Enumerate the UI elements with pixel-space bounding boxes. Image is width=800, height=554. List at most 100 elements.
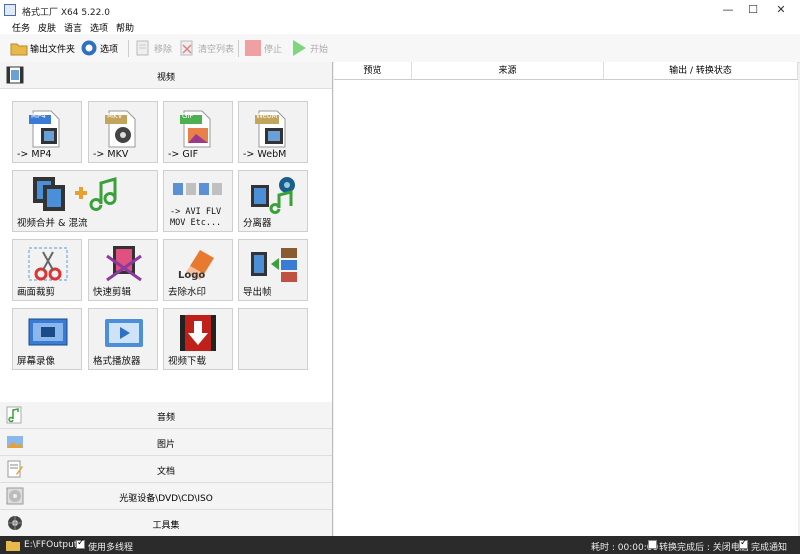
tile-screen-record[interactable]: 屏幕录像 <box>12 308 82 370</box>
options-icon <box>81 40 97 56</box>
category-toolbox-label: 工具集 <box>152 521 180 531</box>
tile-watermark-caption: 去除水印 <box>168 287 207 298</box>
fast-clip-icon <box>106 246 142 282</box>
category-disc-label: 光驱设备\DVD\CD\ISO <box>119 494 213 504</box>
download-icon <box>180 315 216 351</box>
screen-record-icon <box>28 318 68 346</box>
options-label: 选项 <box>100 44 119 55</box>
output-folder-label: 输出文件夹 <box>30 44 76 55</box>
category-video[interactable]: 视频 <box>0 62 332 89</box>
tile-export-frames[interactable]: 导出帧 <box>238 239 308 301</box>
tile-merge-caption: 视频合并 & 混流 <box>17 218 88 229</box>
tile-mp4[interactable]: MP4 -> MP4 <box>12 101 82 163</box>
window-title: 格式工厂 X64 5.22.0 <box>22 8 110 18</box>
merge-icon <box>33 177 117 211</box>
options-button[interactable]: 选项 <box>80 38 118 58</box>
toolbar-divider <box>128 40 129 57</box>
crop-scissors-icon <box>28 247 68 281</box>
tile-player-caption: 格式播放器 <box>93 356 141 367</box>
remove-icon <box>136 40 149 56</box>
remove-label: 移除 <box>154 44 173 55</box>
tile-video-download[interactable]: 视频下载 <box>163 308 233 370</box>
notify-label: 完成通知 <box>751 543 788 553</box>
tile-webm[interactable]: WebM -> WebM <box>238 101 308 163</box>
tile-gif-caption: -> GIF <box>168 149 199 160</box>
tile-crop[interactable]: 画面裁剪 <box>12 239 82 301</box>
category-audio[interactable]: 音频 <box>0 402 332 429</box>
toolbar-divider <box>238 40 239 57</box>
tile-avi-flv-mov[interactable]: -> AVI FLV MOV Etc... <box>163 170 233 232</box>
tile-mkv-caption: -> MKV <box>93 149 129 160</box>
output-path[interactable]: E:\FFOutput <box>24 540 77 550</box>
output-folder-button[interactable]: 输出文件夹 <box>10 38 75 58</box>
tile-remove-watermark[interactable]: Logo 去除水印 <box>163 239 233 301</box>
category-video-label: 视频 <box>156 73 175 83</box>
tile-avi-line1: -> AVI FLV <box>170 207 222 217</box>
category-picture[interactable]: 图片 <box>0 429 332 456</box>
splitter-icon <box>251 177 295 214</box>
column-source[interactable]: 来源 <box>412 62 604 80</box>
minimize-button[interactable]: — <box>718 0 738 20</box>
stop-label: 停止 <box>264 44 283 55</box>
gif-badge: GIF <box>182 112 194 120</box>
after-convert-label: 转换完成后 : 关闭电脑 <box>659 543 749 553</box>
menu-language[interactable]: 语言 <box>64 21 82 34</box>
menu-options[interactable]: 选项 <box>90 21 108 34</box>
function-panel: 视频 MP4 -> MP4 MKV -> MKV GIF -> GIF WebM… <box>0 62 333 537</box>
play-icon <box>293 40 306 56</box>
menu-task[interactable]: 任务 <box>12 21 30 34</box>
task-list[interactable]: 预览 来源 输出 / 转换状态 <box>334 62 798 536</box>
menu-help[interactable]: 帮助 <box>116 21 134 34</box>
tile-crop-caption: 画面裁剪 <box>17 287 56 298</box>
tile-gif[interactable]: GIF -> GIF <box>163 101 233 163</box>
tile-frames-caption: 导出帧 <box>243 287 272 298</box>
tile-empty <box>238 308 308 370</box>
notify-checkbox[interactable] <box>739 538 748 549</box>
category-audio-label: 音频 <box>156 413 175 423</box>
category-picture-label: 图片 <box>156 440 175 450</box>
start-button[interactable]: 开始 <box>290 38 328 58</box>
remove-button[interactable]: 移除 <box>134 38 172 58</box>
column-preview[interactable]: 预览 <box>334 62 412 80</box>
stop-icon <box>245 40 261 56</box>
tile-record-caption: 屏幕录像 <box>17 356 56 367</box>
category-toolbox[interactable]: 工具集 <box>0 510 332 537</box>
mp4-badge: MP4 <box>31 112 46 120</box>
tile-mp4-caption: -> MP4 <box>17 149 52 160</box>
tile-format-player[interactable]: 格式播放器 <box>88 308 158 370</box>
tile-fast-clip-caption: 快速剪辑 <box>93 287 132 298</box>
column-output-status[interactable]: 输出 / 转换状态 <box>604 62 798 80</box>
start-label: 开始 <box>310 44 329 55</box>
toolbar: 输出文件夹 选项 移除 清空列表 停止 开始 <box>0 34 800 63</box>
status-bar: E:\FFOutput 使用多线程 耗时 : 00:00:00 转换完成后 : … <box>0 536 800 554</box>
maximize-button[interactable]: ☐ <box>743 0 763 20</box>
clear-list-icon <box>180 40 193 56</box>
category-disc[interactable]: 光驱设备\DVD\CD\ISO <box>0 483 332 510</box>
clear-list-label: 清空列表 <box>198 44 235 55</box>
tile-avi-line2: MOV Etc... <box>170 218 222 228</box>
stop-button[interactable]: 停止 <box>244 38 282 58</box>
tile-fast-clip[interactable]: 快速剪辑 <box>88 239 158 301</box>
player-icon <box>105 319 143 347</box>
title-bar: 格式工厂 X64 5.22.0 — ☐ ✕ <box>0 0 800 20</box>
menu-bar: 任务 皮肤 语言 选项 帮助 <box>0 20 800 34</box>
format-icons-row <box>173 183 222 195</box>
close-button[interactable]: ✕ <box>771 0 791 20</box>
app-icon <box>4 4 16 16</box>
output-folder-icon <box>6 541 20 551</box>
category-document[interactable]: 文档 <box>0 456 332 483</box>
tile-splitter-caption: 分离器 <box>243 218 272 229</box>
tile-splitter[interactable]: 分离器 <box>238 170 308 232</box>
mkv-badge: MKV <box>107 112 123 120</box>
export-frames-icon <box>251 248 297 282</box>
tile-webm-caption: -> WebM <box>243 149 287 160</box>
multithread-checkbox[interactable] <box>76 538 85 549</box>
category-document-label: 文档 <box>156 467 175 477</box>
after-convert-checkbox[interactable] <box>648 540 657 549</box>
tile-merge-mux[interactable]: 视频合并 & 混流 <box>12 170 158 232</box>
logo-watermark-text: Logo <box>178 270 206 281</box>
folder-icon <box>10 43 28 56</box>
tile-mkv[interactable]: MKV -> MKV <box>88 101 158 163</box>
menu-skin[interactable]: 皮肤 <box>38 21 56 34</box>
clear-list-button[interactable]: 清空列表 <box>178 38 234 58</box>
